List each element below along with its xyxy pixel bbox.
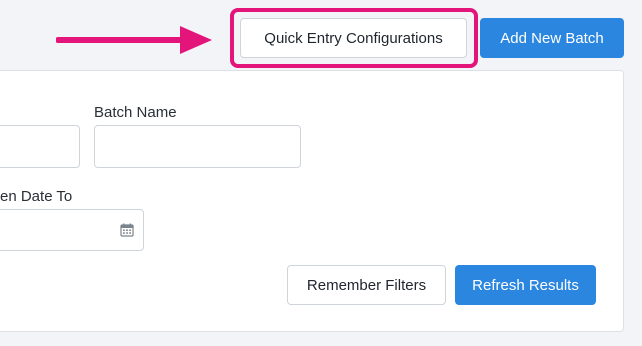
remember-filters-button[interactable]: Remember Filters: [287, 265, 446, 305]
annotation-arrow-icon: [56, 26, 212, 54]
add-new-batch-button[interactable]: Add New Batch: [480, 18, 624, 58]
left-filter-input[interactable]: [0, 125, 80, 168]
open-date-to-input[interactable]: [0, 209, 144, 251]
quick-entry-configurations-button[interactable]: Quick Entry Configurations: [240, 18, 467, 58]
refresh-results-button[interactable]: Refresh Results: [455, 265, 596, 305]
open-date-to-label: en Date To: [0, 188, 73, 205]
batch-name-label: Batch Name: [94, 104, 177, 121]
calendar-icon[interactable]: [120, 223, 134, 237]
batch-name-input[interactable]: [94, 125, 301, 168]
